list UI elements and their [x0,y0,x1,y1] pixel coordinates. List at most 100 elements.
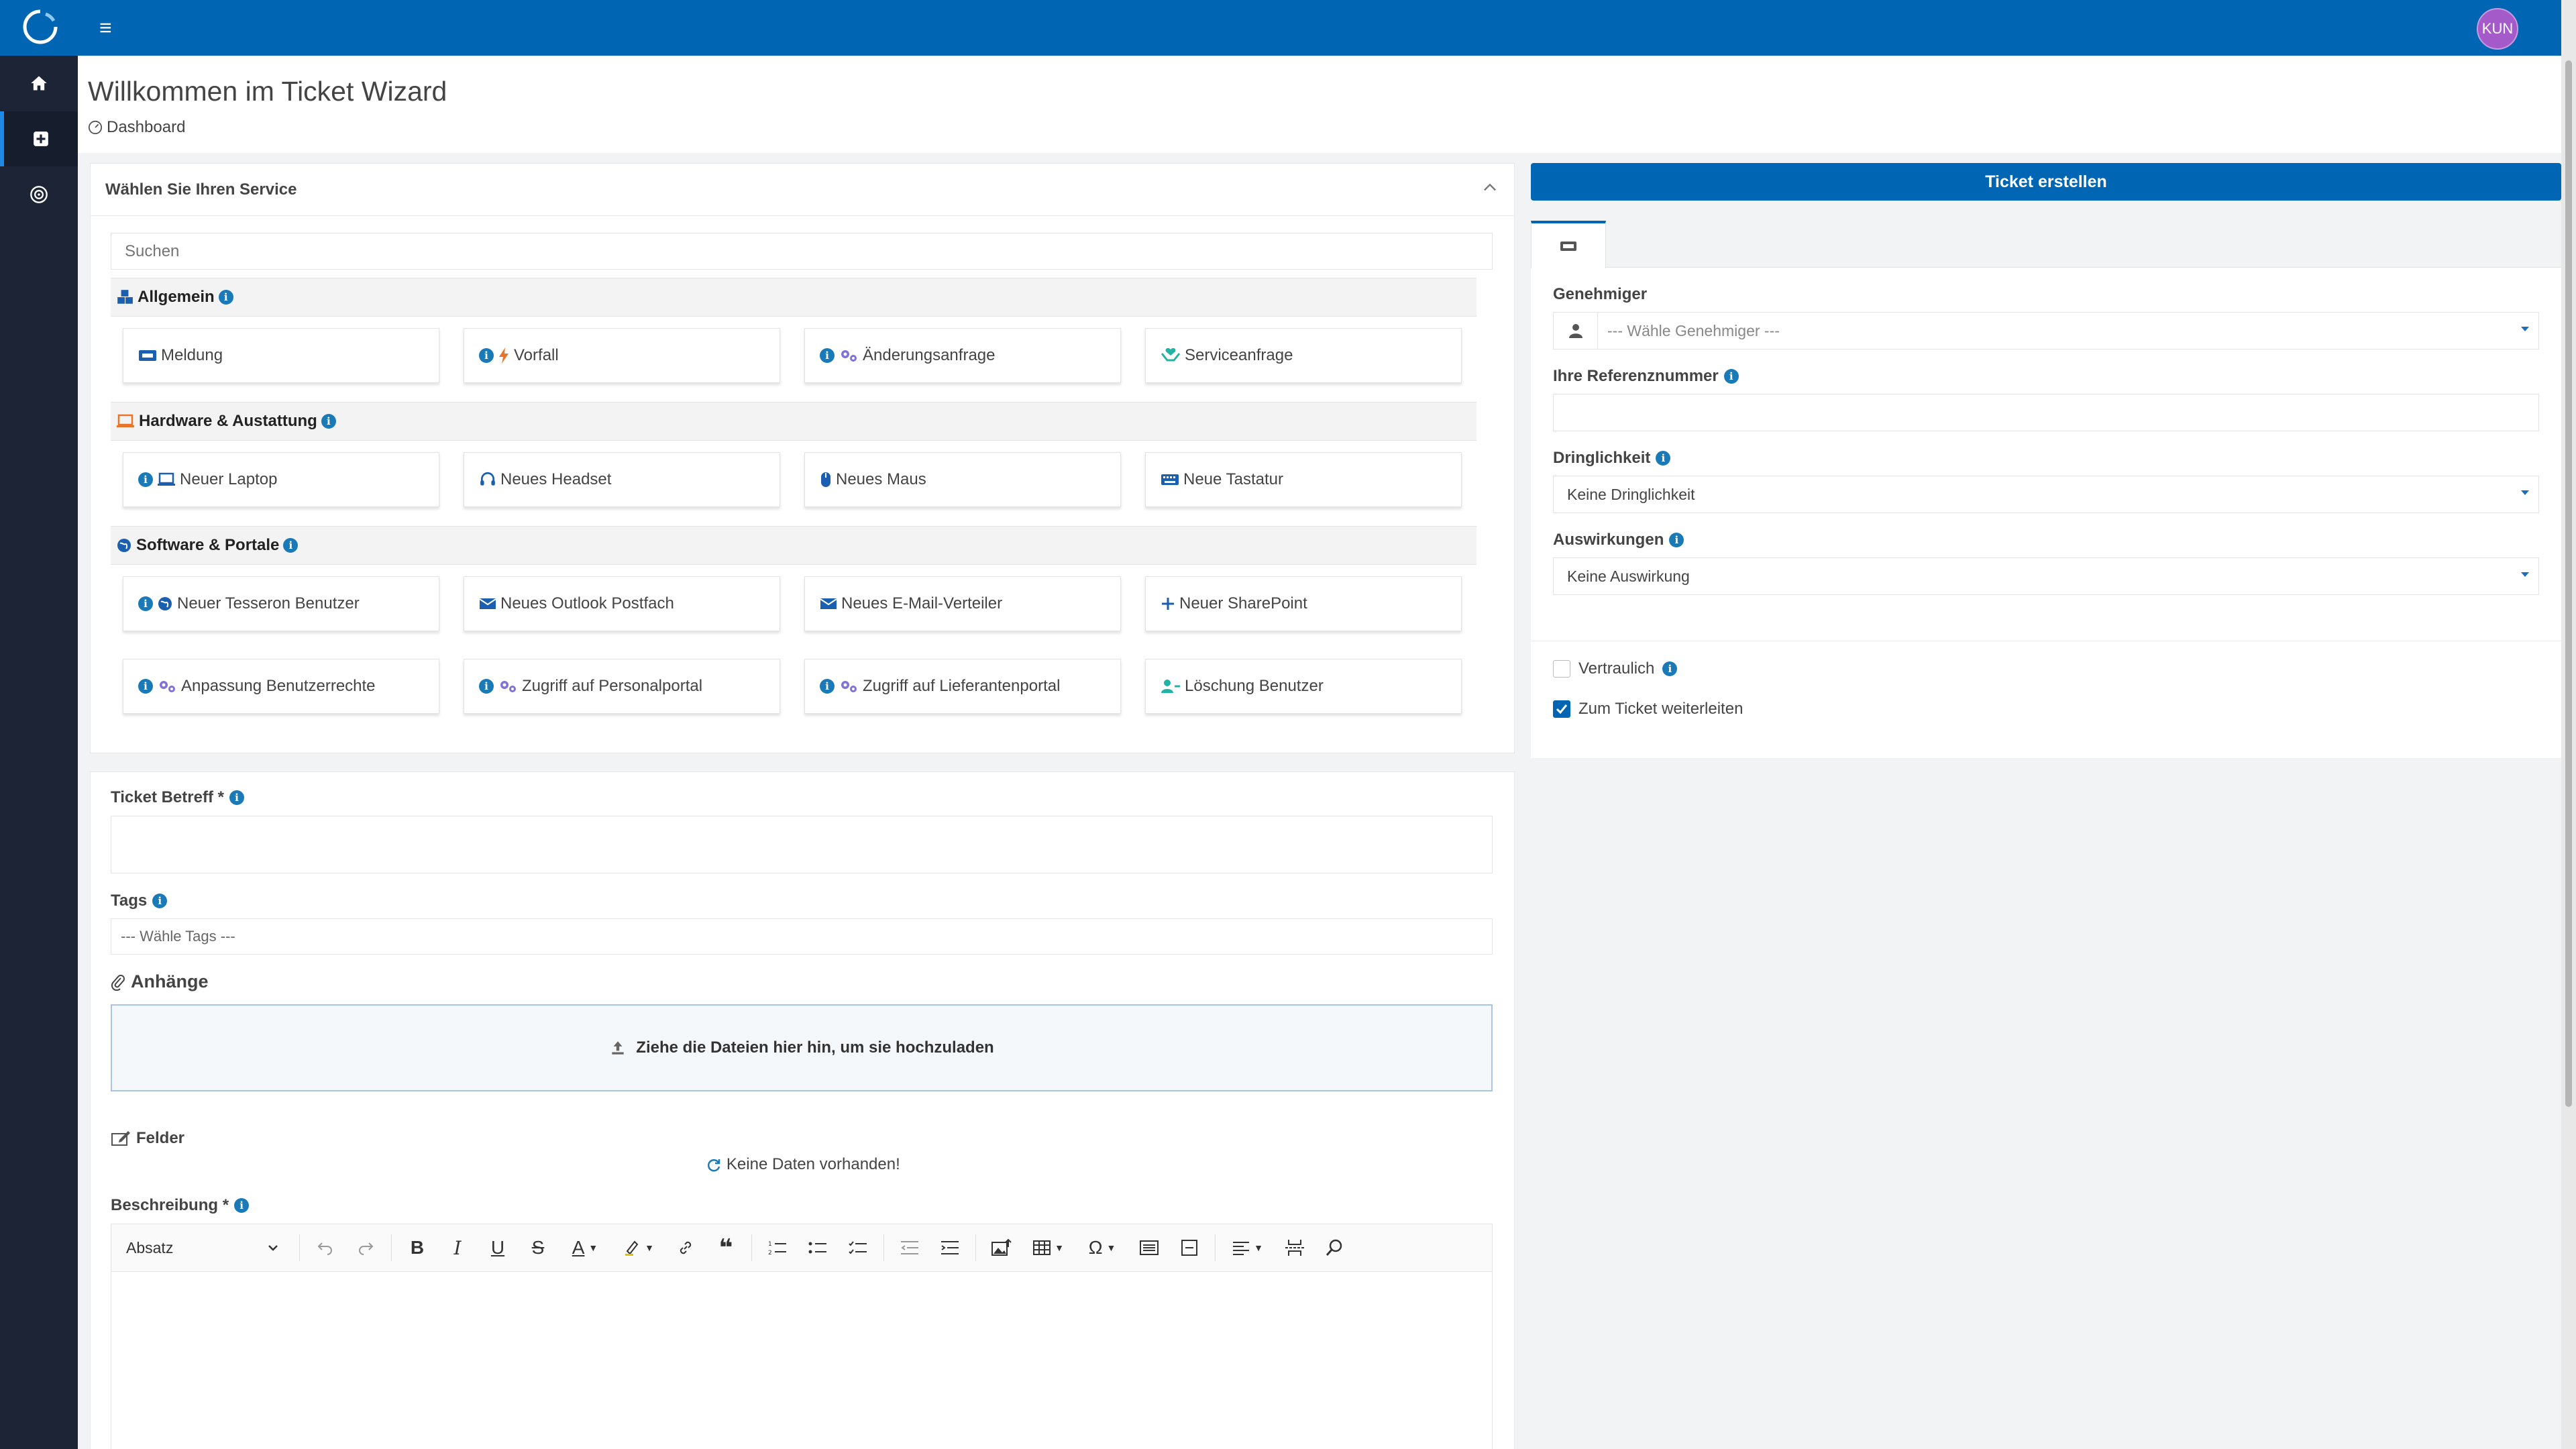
insert-html-button[interactable] [1129,1228,1169,1268]
info-icon[interactable]: i [283,538,299,553]
service-tile-neuer-sharepoint[interactable]: Neuer SharePoint [1145,576,1462,631]
service-tile-aenderungsanfrage[interactable]: i Änderungsanfrage [804,328,1121,383]
chevron-up-icon[interactable] [1481,178,1499,197]
breadcrumb[interactable]: Dashboard [88,118,185,137]
impact-label-text: Auswirkungen [1553,531,1664,549]
italic-button[interactable]: I [437,1228,478,1268]
service-tile-zugriff-personalportal[interactable]: i Zugriff auf Personalportal [464,659,780,714]
bold-button[interactable]: B [397,1228,437,1268]
info-icon[interactable]: i [138,679,153,694]
bullet-list-button[interactable] [798,1228,838,1268]
service-tile-neuer-tesseron-benutzer[interactable]: i Neuer Tesseron Benutzer [123,576,439,631]
info-icon[interactable]: i [138,596,153,611]
service-tile-neues-headset[interactable]: Neues Headset [464,452,780,507]
info-icon[interactable]: i [1723,369,1739,384]
menu-toggle-icon[interactable]: ≡ [99,16,112,39]
service-tile-neue-tastatur[interactable]: Neue Tastatur [1145,452,1462,507]
highlight-button[interactable]: ▼ [612,1228,665,1268]
fields-label: Felder [111,1129,184,1148]
info-icon[interactable]: i [229,790,244,805]
service-tile-serviceanfrage[interactable]: Serviceanfrage [1145,328,1462,383]
info-icon[interactable]: i [321,414,336,429]
service-tile-anpassung-benutzerrechte[interactable]: i Anpassung Benutzerrechte [123,659,439,714]
find-replace-button[interactable] [1315,1228,1355,1268]
page-break-button[interactable] [1275,1228,1315,1268]
page-title: Willkommen im Ticket Wizard [88,76,447,107]
align-button[interactable]: ▼ [1221,1228,1275,1268]
impact-select[interactable]: Keine Auswirkung [1553,557,2539,595]
info-icon[interactable]: i [820,348,835,363]
subject-input[interactable] [111,816,1493,873]
todo-list-button[interactable] [838,1228,878,1268]
info-icon[interactable]: i [820,679,835,694]
tile-label: Vorfall [514,346,559,364]
urgency-select[interactable]: Keine Dringlichkeit [1553,476,2539,513]
category-label: Allgemein [138,288,215,306]
service-tile-vorfall[interactable]: i Vorfall [464,328,780,383]
info-icon[interactable]: i [479,348,494,363]
info-icon[interactable]: i [1662,661,1678,676]
confidential-checkbox-box[interactable] [1553,660,1570,678]
subject-label-text: Ticket Betreff * [111,788,224,806]
outdent-button[interactable] [890,1228,930,1268]
info-icon[interactable]: i [1656,451,1671,466]
insert-image-button[interactable] [981,1228,1022,1268]
link-icon [680,1241,692,1254]
font-color-button[interactable]: A ▼ [558,1228,612,1268]
target-icon [30,186,48,203]
user-minus-icon [1161,680,1180,693]
paragraph-select-value: Absatz [126,1238,174,1256]
service-search-input[interactable] [111,233,1493,270]
info-icon[interactable]: i [152,894,168,908]
laptop-icon [158,472,175,486]
indent-button[interactable] [930,1228,970,1268]
info-icon[interactable]: i [234,1198,250,1213]
breadcrumb-dashboard[interactable]: Dashboard [107,118,185,137]
description-editor[interactable] [111,1272,1493,1449]
underline-button[interactable]: U [478,1228,518,1268]
sidebar-item-home[interactable] [0,56,78,111]
paragraph-format-select[interactable]: Absatz [126,1239,294,1257]
special-characters-button[interactable]: Ω ▼ [1075,1228,1129,1268]
numbered-list-button[interactable]: 12 [757,1228,798,1268]
sidebar-item-target[interactable] [0,167,78,222]
sidebar-item-new-ticket[interactable] [0,111,78,166]
file-dropzone[interactable]: Ziehe die Dateien hier hin, um sie hochz… [111,1004,1493,1091]
minus-square-icon [1181,1240,1197,1256]
app-logo-icon[interactable] [20,7,60,47]
service-tile-loeschung-benutzer[interactable]: Löschung Benutzer [1145,659,1462,714]
caret-down-icon [2521,572,2529,577]
forward-checkbox-box[interactable] [1553,700,1570,718]
info-icon[interactable]: i [479,679,494,694]
user-avatar[interactable]: KUN [2477,8,2518,50]
globe-icon [158,597,172,610]
service-tile-neues-email-verteiler[interactable]: Neues E-Mail-Verteiler [804,576,1121,631]
service-tile-zugriff-lieferantenportal[interactable]: i Zugriff auf Lieferantenportal [804,659,1121,714]
confidential-checkbox[interactable]: Vertraulich i [1553,659,1678,678]
chevron-down-icon [268,1245,278,1251]
undo-button[interactable] [305,1228,345,1268]
info-icon[interactable]: i [138,472,153,487]
insert-table-button[interactable]: ▼ [1022,1228,1075,1268]
info-icon[interactable]: i [1669,533,1684,547]
service-tile-neuer-laptop[interactable]: i Neuer Laptop [123,452,439,507]
create-ticket-button[interactable]: Ticket erstellen [1531,163,2561,201]
strikethrough-button[interactable]: S [518,1228,558,1268]
page-scrollbar[interactable] [2561,0,2576,1449]
service-tile-neues-maus[interactable]: Neues Maus [804,452,1121,507]
blockquote-button[interactable]: ❝ [706,1228,746,1268]
service-tile-neues-outlook-postfach[interactable]: Neues Outlook Postfach [464,576,780,631]
service-tile-meldung[interactable]: Meldung [123,328,439,383]
info-icon[interactable]: i [218,290,233,305]
tile-label: Neues Headset [500,470,612,488]
approver-select[interactable]: --- Wähle Genehmiger --- [1553,312,2539,350]
tags-select[interactable]: --- Wähle Tags --- [111,918,1493,955]
forward-checkbox[interactable]: Zum Ticket weiterleiten [1553,700,1743,718]
link-button[interactable] [665,1228,706,1268]
approver-user-icon-box [1554,313,1598,349]
tab-ticket-details[interactable] [1531,221,1606,268]
reference-input[interactable] [1553,394,2539,431]
service-card-header[interactable]: Wählen Sie Ihren Service [91,164,1514,216]
redo-button[interactable] [345,1228,386,1268]
collapse-block-button[interactable] [1169,1228,1210,1268]
